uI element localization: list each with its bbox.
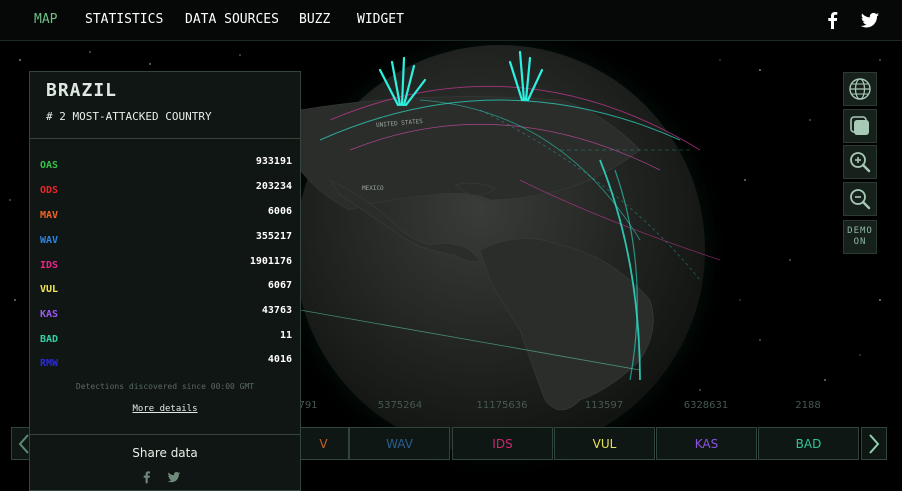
- legend-count: 2188: [795, 400, 821, 411]
- stat-code: ODS: [40, 185, 59, 196]
- stat-value: 933191: [255, 156, 292, 167]
- legend-label: WAV: [386, 436, 413, 451]
- flat-map-button[interactable]: [843, 109, 877, 143]
- legend-label: IDS: [492, 436, 513, 451]
- top-navigation: MAP STATISTICS DATA SOURCES BUZZ WIDGET: [0, 0, 902, 41]
- map-label-mexico: MEXICO: [362, 185, 384, 192]
- nav-statistics[interactable]: STATISTICS: [85, 12, 163, 27]
- country-details-panel: BRAZIL # 2 MOST-ATTACKED COUNTRY OAS 933…: [29, 71, 301, 491]
- stat-row-kas: KAS 43763: [40, 305, 292, 325]
- legend-count: 11175636: [476, 400, 528, 411]
- nav-data-sources[interactable]: DATA SOURCES: [185, 12, 279, 27]
- demo-label: DEMO: [847, 226, 873, 236]
- facebook-icon[interactable]: [140, 470, 154, 484]
- twitter-icon[interactable]: [860, 10, 880, 30]
- zoom-in-icon: [850, 152, 871, 173]
- stat-code: KAS: [40, 309, 59, 320]
- twitter-icon[interactable]: [166, 470, 182, 484]
- legend-item[interactable]: KAS: [656, 427, 757, 460]
- stat-code: BAD: [40, 334, 59, 345]
- legend-label: KAS: [694, 436, 719, 451]
- country-rank: # 2 MOST-ATTACKED COUNTRY: [46, 110, 212, 123]
- zoom-out-button[interactable]: [843, 182, 877, 216]
- zoom-in-button[interactable]: [843, 145, 877, 179]
- stat-value: 1901176: [249, 256, 292, 267]
- globe-view-button[interactable]: [843, 72, 877, 106]
- nav-widget[interactable]: WIDGET: [357, 12, 404, 27]
- stat-row-vul: VUL 6067: [40, 280, 292, 300]
- legend-count: 6328631: [683, 400, 729, 411]
- share-data-title: Share data: [132, 446, 198, 460]
- stat-row-mav: MAV 6006: [40, 206, 292, 226]
- stat-code: RMW: [40, 358, 59, 369]
- globe-icon: [849, 78, 871, 100]
- stat-code: MAV: [40, 210, 59, 221]
- country-name: BRAZIL: [46, 80, 118, 101]
- nav-buzz[interactable]: BUZZ: [299, 12, 330, 27]
- stat-row-ods: ODS 203234: [40, 181, 292, 201]
- stat-row-ids: IDS 1901176: [40, 256, 292, 276]
- demo-state: ON: [853, 237, 867, 247]
- legend-count: 113597: [584, 400, 624, 411]
- legend-count: 5375264: [377, 400, 423, 411]
- legend-item[interactable]: VUL: [554, 427, 655, 460]
- stat-code: WAV: [40, 235, 59, 246]
- stat-value: 6067: [267, 280, 292, 291]
- stat-code: VUL: [40, 284, 59, 295]
- stat-row-wav: WAV 355217: [40, 231, 292, 251]
- legend-item[interactable]: BAD: [758, 427, 859, 460]
- legend-item[interactable]: WAV: [349, 427, 450, 460]
- nav-map[interactable]: MAP: [34, 12, 57, 27]
- detections-note: Detections discovered since 00:00 GMT: [75, 382, 255, 391]
- legend-next-button[interactable]: [861, 427, 887, 460]
- stat-row-rmw: RMW 4016: [40, 354, 292, 374]
- legend-label: BAD: [795, 436, 822, 451]
- flat-map-icon: [850, 116, 869, 135]
- zoom-out-icon: [850, 189, 871, 210]
- stat-value: 203234: [255, 181, 292, 192]
- divider: [30, 434, 300, 435]
- more-details-link[interactable]: More details: [30, 404, 300, 414]
- stat-value: 4016: [267, 354, 292, 365]
- stat-value: 11: [279, 330, 292, 341]
- legend-item[interactable]: IDS: [452, 427, 553, 460]
- chevron-right-icon: [869, 433, 880, 454]
- divider: [30, 138, 300, 139]
- facebook-icon[interactable]: [823, 10, 843, 30]
- stat-row-bad: BAD 11: [40, 330, 292, 350]
- stat-value: 43763: [261, 305, 292, 316]
- stat-code: IDS: [40, 260, 59, 271]
- stat-code: OAS: [40, 160, 59, 171]
- legend-label: VUL: [592, 436, 617, 451]
- stat-value: 355217: [255, 231, 292, 242]
- demo-toggle-button[interactable]: DEMO ON: [843, 220, 877, 254]
- stat-value: 6006: [267, 206, 292, 217]
- stat-row-oas: OAS 933191: [40, 156, 292, 176]
